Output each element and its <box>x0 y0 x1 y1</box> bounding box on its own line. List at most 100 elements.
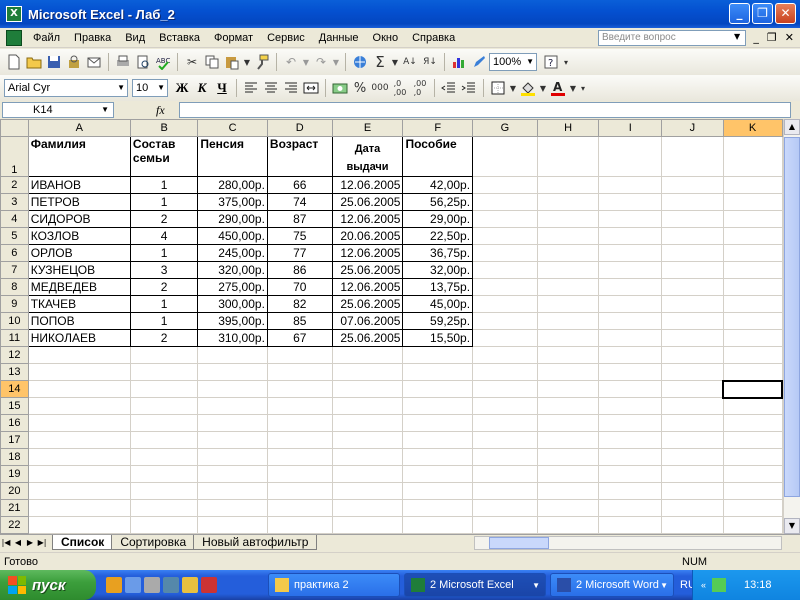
cell-date[interactable]: 12.06.2005 <box>331 244 404 262</box>
currency-style-icon[interactable] <box>330 78 350 98</box>
chart-wizard-icon[interactable] <box>449 52 469 72</box>
cell-benefit[interactable]: 15,50р. <box>402 329 474 347</box>
cell[interactable] <box>598 414 663 432</box>
row-header[interactable]: 14 <box>0 380 29 398</box>
cell[interactable] <box>661 193 724 211</box>
cell[interactable] <box>536 278 600 296</box>
fill-color-icon[interactable] <box>518 78 538 98</box>
document-icon[interactable] <box>6 29 22 46</box>
cell[interactable] <box>722 210 783 228</box>
chevron-down-icon[interactable]: ▼ <box>538 78 548 98</box>
cell[interactable] <box>722 499 783 517</box>
cell[interactable] <box>722 244 783 262</box>
cell-family[interactable]: 2 <box>129 278 199 296</box>
cell[interactable] <box>661 363 724 381</box>
row-header[interactable]: 18 <box>0 448 29 466</box>
row-header[interactable]: 22 <box>0 516 29 534</box>
cell[interactable] <box>27 346 131 364</box>
cell[interactable] <box>197 363 268 381</box>
cell[interactable] <box>266 363 333 381</box>
menu-edit[interactable]: Правка <box>67 32 118 44</box>
cell[interactable] <box>266 499 333 517</box>
cell-surname[interactable]: ИВАНОВ <box>27 176 131 194</box>
cell[interactable] <box>472 227 538 245</box>
cell[interactable] <box>129 397 199 415</box>
toolbar-options-icon[interactable]: ▾ <box>578 78 588 98</box>
quick-launch-icon[interactable] <box>144 577 160 593</box>
cell-date[interactable]: 25.06.2005 <box>331 329 404 347</box>
cell[interactable] <box>129 380 199 398</box>
cell-age[interactable]: 86 <box>266 261 333 279</box>
permission-icon[interactable] <box>64 52 84 72</box>
cell[interactable] <box>472 431 538 449</box>
cell[interactable] <box>472 295 538 313</box>
cell[interactable] <box>598 244 663 262</box>
cell[interactable] <box>331 397 404 415</box>
sheet-tab-list[interactable]: Список <box>52 535 114 550</box>
cell-surname[interactable]: КОЗЛОВ <box>27 227 131 245</box>
cell[interactable] <box>331 482 404 500</box>
row-header[interactable]: 11 <box>0 329 29 347</box>
start-button[interactable]: пуск <box>0 570 96 600</box>
save-icon[interactable] <box>44 52 64 72</box>
cell[interactable] <box>266 516 333 534</box>
cell[interactable] <box>27 499 131 517</box>
cell-age[interactable]: 82 <box>266 295 333 313</box>
header-cell-family[interactable]: Состав семьи <box>129 136 199 177</box>
cell[interactable] <box>402 380 474 398</box>
cell[interactable] <box>598 516 663 534</box>
menu-view[interactable]: Вид <box>118 32 152 44</box>
row-header[interactable]: 6 <box>0 244 29 262</box>
align-center-icon[interactable] <box>261 78 281 98</box>
cell[interactable] <box>722 448 783 466</box>
menu-tools[interactable]: Сервис <box>260 32 312 44</box>
cell-benefit[interactable]: 13,75р. <box>402 278 474 296</box>
taskbar-button-excel[interactable]: 2 Microsoft Excel ▼ <box>404 573 546 597</box>
cell[interactable] <box>661 136 724 177</box>
cell-family[interactable]: 1 <box>129 244 199 262</box>
prev-sheet-icon[interactable]: ◀ <box>12 538 24 547</box>
cell-date[interactable]: 12.06.2005 <box>331 176 404 194</box>
cell[interactable] <box>722 261 783 279</box>
cell[interactable] <box>598 465 663 483</box>
cell-surname[interactable]: ТКАЧЕВ <box>27 295 131 313</box>
insert-function-icon[interactable]: fx <box>156 103 165 118</box>
cell[interactable] <box>536 136 600 177</box>
font-color-icon[interactable]: A <box>548 78 568 98</box>
cell-date[interactable]: 20.06.2005 <box>331 227 404 245</box>
cell[interactable] <box>129 465 199 483</box>
row-header[interactable]: 2 <box>0 176 29 194</box>
menu-window[interactable]: Окно <box>366 32 406 44</box>
minimize-button[interactable]: _ <box>729 3 750 24</box>
cell-family[interactable]: 2 <box>129 210 199 228</box>
chevron-down-icon[interactable]: ▼ <box>734 32 740 41</box>
cell[interactable] <box>661 329 724 347</box>
cell-age[interactable]: 77 <box>266 244 333 262</box>
cell[interactable] <box>472 261 538 279</box>
header-cell-pension[interactable]: Пенсия <box>197 136 268 177</box>
row-header[interactable]: 5 <box>0 227 29 245</box>
cell[interactable] <box>266 482 333 500</box>
cell-surname[interactable]: ПЕТРОВ <box>27 193 131 211</box>
restore-button[interactable]: ❐ <box>752 3 773 24</box>
cell[interactable] <box>536 227 600 245</box>
cell[interactable] <box>27 448 131 466</box>
cell[interactable] <box>536 363 600 381</box>
cell-family[interactable]: 1 <box>129 193 199 211</box>
row-header[interactable]: 7 <box>0 261 29 279</box>
row-header[interactable]: 13 <box>0 363 29 381</box>
cell[interactable] <box>661 499 724 517</box>
cell[interactable] <box>536 499 600 517</box>
cell[interactable] <box>661 244 724 262</box>
chevron-down-icon[interactable]: ▼ <box>117 80 125 96</box>
cell[interactable] <box>472 136 538 177</box>
cell[interactable] <box>536 431 600 449</box>
chevron-down-icon[interactable]: ▼ <box>508 78 518 98</box>
cell-pension[interactable]: 320,00р. <box>197 261 268 279</box>
cell[interactable] <box>598 397 663 415</box>
chevron-down-icon[interactable]: ▼ <box>101 103 109 117</box>
cell[interactable] <box>472 193 538 211</box>
cell[interactable] <box>661 210 724 228</box>
cell[interactable] <box>536 295 600 313</box>
cell-benefit[interactable]: 59,25р. <box>402 312 474 330</box>
